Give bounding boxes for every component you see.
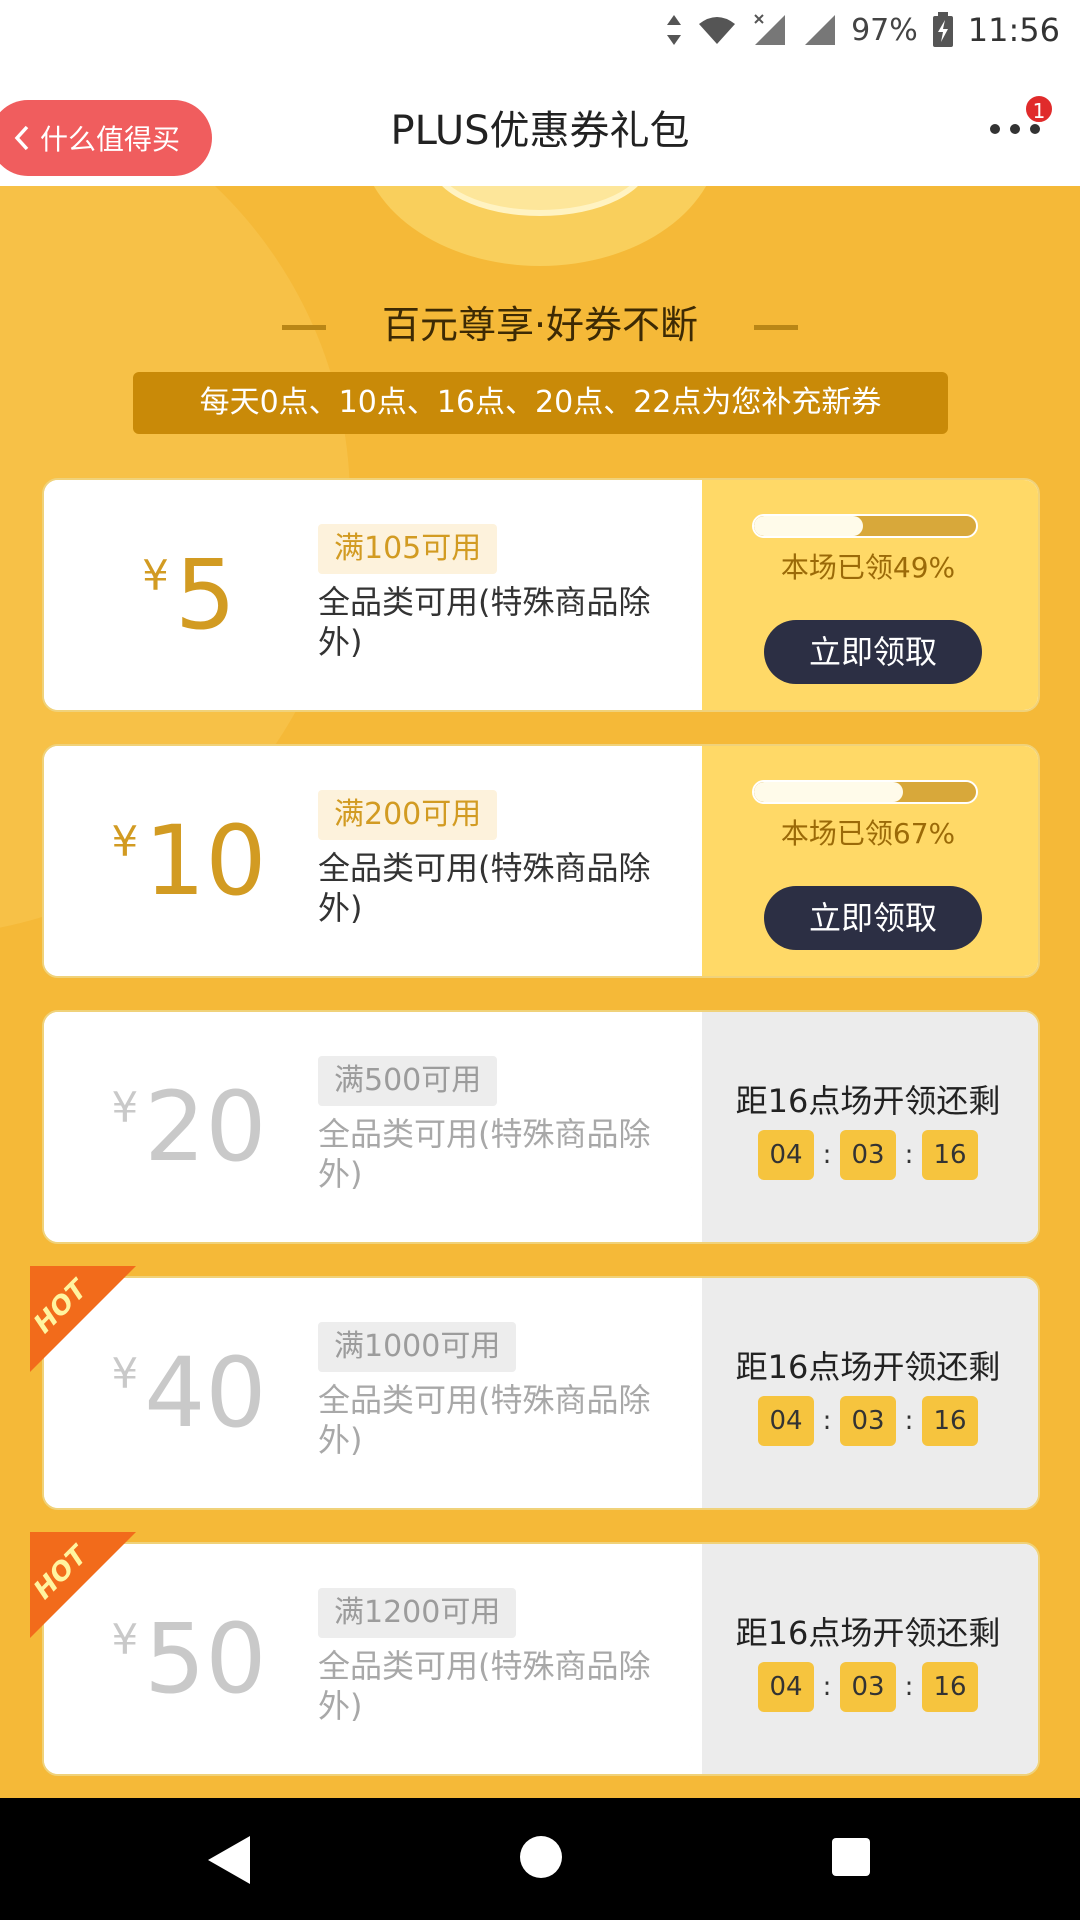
coupon-right — [694, 1278, 1038, 1508]
system-recents-icon[interactable] — [832, 1838, 870, 1876]
currency-symbol: ¥ — [111, 1082, 139, 1132]
system-back-icon[interactable] — [208, 1836, 250, 1884]
page-title: PLUS优惠券礼包 — [390, 108, 690, 154]
refill-notice: 每天0点、10点、16点、20点、22点为您补充新券 — [133, 372, 948, 434]
coupon-condition: 满1000可用 — [318, 1322, 517, 1372]
claim-progress-fill — [754, 782, 903, 802]
coupon-amount: ¥ 20 — [44, 1012, 334, 1242]
countdown-timer: 04 : 03 : 16 — [694, 1662, 1038, 1712]
perforation — [686, 746, 702, 976]
headline-dash-right — [754, 325, 799, 330]
more-menu-button[interactable]: 1 — [990, 94, 1054, 154]
claim-progress-fill — [754, 516, 863, 536]
status-icons: 97% 11:56 — [665, 10, 1060, 50]
timer-separator: : — [904, 1140, 914, 1170]
system-home-icon[interactable] — [520, 1836, 562, 1878]
claim-progress-bar — [752, 514, 978, 538]
currency-symbol: ¥ — [111, 816, 139, 866]
amount-value: 20 — [144, 1071, 267, 1183]
battery-percent: 97% — [851, 12, 918, 48]
perforation — [686, 1012, 702, 1242]
timer-separator: : — [822, 1672, 832, 1702]
headline-dash-left — [281, 325, 326, 330]
perforation — [686, 1278, 702, 1508]
hot-ribbon: HOT — [30, 1532, 170, 1642]
coupon-amount: ¥ 10 — [44, 746, 334, 976]
perforation — [686, 1544, 702, 1774]
countdown-timer: 04 : 03 : 16 — [694, 1130, 1038, 1180]
wifi-icon — [697, 14, 737, 46]
claim-progress-bar — [752, 780, 978, 804]
timer-separator: : — [822, 1140, 832, 1170]
coupon-amount: ¥ 5 — [44, 480, 334, 710]
signal-no-sim-icon — [751, 13, 787, 47]
coupon-condition: 满105可用 — [318, 524, 498, 574]
timer-separator: : — [904, 1406, 914, 1436]
timer-hours: 04 — [758, 1662, 814, 1712]
coupon-card: ¥ 5 满105可用 全品类可用(特殊商品除外) 本场已领49% 立即领取 — [42, 478, 1040, 712]
signal-icon — [801, 13, 837, 47]
coupon-description: 全品类可用(特殊商品除外) — [318, 1381, 651, 1459]
system-navigation-bar — [0, 1798, 1080, 1920]
coupon-card: ¥ 40 满1000可用 全品类可用(特殊商品除外) 距16点场开领还剩 04 … — [42, 1276, 1040, 1510]
coupon-condition: 满500可用 — [318, 1056, 498, 1106]
coupon-right — [694, 1544, 1038, 1774]
nav-bar: 什么值得买 PLUS优惠券礼包 1 — [0, 60, 1080, 186]
claim-button[interactable]: 立即领取 — [764, 620, 982, 684]
hot-ribbon: HOT — [30, 1266, 170, 1376]
headline: 百元尊享·好券不断 — [0, 294, 1080, 349]
claimed-percent: 本场已领67% — [780, 817, 956, 850]
battery-charging-icon — [932, 12, 954, 48]
headline-text: 百元尊享·好券不断 — [381, 303, 699, 347]
coupon-description: 全品类可用(特殊商品除外) — [318, 849, 651, 927]
timer-seconds: 16 — [922, 1396, 978, 1446]
coupon-right — [694, 1012, 1038, 1242]
timer-minutes: 03 — [840, 1396, 896, 1446]
countdown-label: 距16点场开领还剩 — [735, 1614, 1001, 1652]
countdown-timer: 04 : 03 : 16 — [694, 1396, 1038, 1446]
timer-seconds: 16 — [922, 1130, 978, 1180]
status-bar: 97% 11:56 — [0, 0, 1080, 60]
coupon-description: 全品类可用(特殊商品除外) — [318, 1115, 651, 1193]
coupon-card: ¥ 50 满1200可用 全品类可用(特殊商品除外) 距16点场开领还剩 04 … — [42, 1542, 1040, 1776]
perforation — [686, 480, 702, 710]
coupon-description: 全品类可用(特殊商品除外) — [318, 583, 651, 661]
timer-seconds: 16 — [922, 1662, 978, 1712]
coupon-description: 全品类可用(特殊商品除外) — [318, 1647, 651, 1725]
coupon-card: ¥ 10 满200可用 全品类可用(特殊商品除外) 本场已领67% 立即领取 — [42, 744, 1040, 978]
timer-minutes: 03 — [840, 1130, 896, 1180]
timer-hours: 04 — [758, 1396, 814, 1446]
clock: 11:56 — [967, 11, 1060, 49]
currency-symbol: ¥ — [142, 550, 169, 600]
coupon-condition: 满200可用 — [318, 790, 498, 840]
coupon-page: 百元尊享·好券不断 每天0点、10点、16点、20点、22点为您补充新券 ¥ 5… — [0, 186, 1080, 1798]
claimed-percent: 本场已领49% — [780, 551, 956, 584]
timer-hours: 04 — [758, 1130, 814, 1180]
more-dots-icon — [990, 124, 1040, 134]
timer-separator: : — [822, 1406, 832, 1436]
amount-value: 10 — [144, 805, 267, 917]
coupon-card: ¥ 20 满500可用 全品类可用(特殊商品除外) 距16点场开领还剩 04 :… — [42, 1010, 1040, 1244]
notification-badge: 1 — [1024, 94, 1054, 124]
coupon-condition: 满1200可用 — [318, 1588, 517, 1638]
claim-button[interactable]: 立即领取 — [764, 886, 982, 950]
timer-minutes: 03 — [840, 1662, 896, 1712]
countdown-label: 距16点场开领还剩 — [735, 1082, 1001, 1120]
amount-value: 5 — [174, 539, 236, 651]
countdown-label: 距16点场开领还剩 — [735, 1348, 1001, 1386]
timer-separator: : — [904, 1672, 914, 1702]
data-arrows-icon — [665, 13, 683, 47]
